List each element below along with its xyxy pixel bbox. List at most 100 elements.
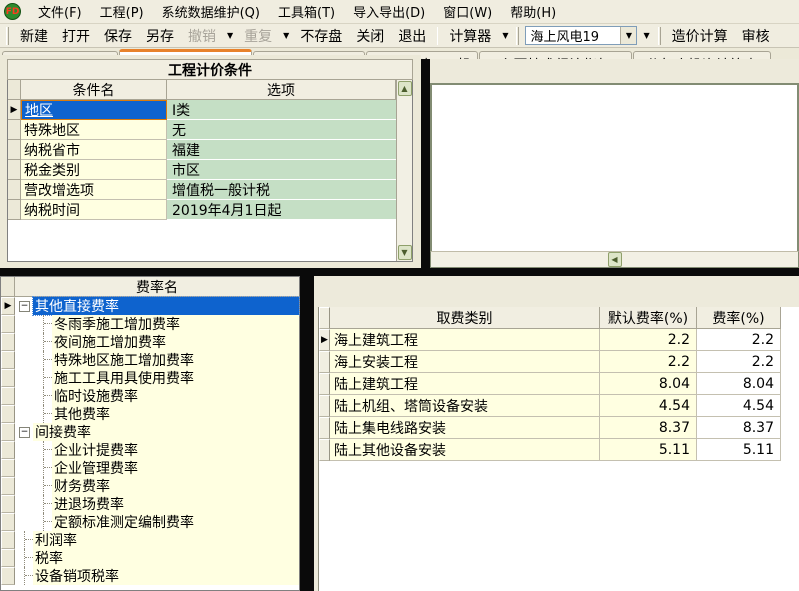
horizontal-scrollbar[interactable]: ◀	[430, 251, 799, 268]
chevron-down-icon[interactable]: ▼	[620, 27, 636, 44]
tree-item[interactable]: 企业管理费率	[1, 459, 299, 477]
tree-item[interactable]: 夜间施工增加费率	[1, 333, 299, 351]
toolbar-grip3[interactable]	[658, 27, 661, 45]
fee-category-cell[interactable]: 海上建筑工程	[330, 329, 600, 351]
rate-cell[interactable]: 8.37	[697, 417, 781, 439]
tree-item[interactable]: 设备销项税率	[1, 567, 299, 585]
menu-window[interactable]: 窗口(W)	[434, 0, 501, 24]
close-button[interactable]: 关闭	[349, 24, 391, 48]
tree-item[interactable]: 税率	[1, 549, 299, 567]
scroll-left-icon[interactable]: ◀	[608, 252, 622, 267]
new-button[interactable]: 新建	[13, 24, 55, 48]
undo-dropdown-icon[interactable]: ▼	[223, 29, 237, 42]
menu-toolbox[interactable]: 工具箱(T)	[269, 0, 344, 24]
table-row[interactable]: ▶ 海上建筑工程 2.2 2.2	[319, 329, 799, 351]
collapse-icon[interactable]: −	[19, 427, 30, 438]
project-dropdown-icon[interactable]: ▼	[639, 29, 653, 42]
table-row[interactable]: 陆上集电线路安装 8.37 8.37	[319, 417, 799, 439]
tree-item[interactable]: 定额标准测定编制费率	[1, 513, 299, 531]
table-row[interactable]: 纳税时间 2019年4月1日起	[8, 200, 396, 220]
tree-item[interactable]: 特殊地区施工增加费率	[1, 351, 299, 369]
default-rate-cell[interactable]: 5.11	[600, 439, 697, 461]
menu-file[interactable]: 文件(F)	[29, 0, 91, 24]
table-row[interactable]: 营改增选项 增值税一般计税	[8, 180, 396, 200]
tree-item-indirect-fees[interactable]: − 间接费率	[1, 423, 299, 441]
scroll-up-icon[interactable]: ▲	[398, 81, 412, 96]
table-row[interactable]: 税金类别 市区	[8, 160, 396, 180]
save-button[interactable]: 保存	[97, 24, 139, 48]
fee-category-cell[interactable]: 陆上机组、塔筒设备安装	[330, 395, 600, 417]
table-row[interactable]: ▶ 地区 Ⅰ类	[8, 100, 396, 120]
tree-item-other-direct-fees[interactable]: ▶ − 其他直接费率	[1, 297, 299, 315]
redo-button[interactable]: 重复	[237, 24, 279, 48]
condition-name-cell[interactable]: 纳税时间	[21, 200, 167, 220]
condition-name-cell[interactable]: 特殊地区	[21, 120, 167, 140]
scroll-down-icon[interactable]: ▼	[398, 245, 412, 260]
horizontal-splitter[interactable]	[0, 268, 799, 276]
condition-name-cell[interactable]: 地区	[21, 100, 167, 120]
rate-cell[interactable]: 5.11	[697, 439, 781, 461]
tree-item[interactable]: 企业计提费率	[1, 441, 299, 459]
rate-cell[interactable]: 8.04	[697, 373, 781, 395]
default-rate-cell[interactable]: 2.2	[600, 351, 697, 373]
table-row[interactable]: 特殊地区 无	[8, 120, 396, 140]
tree-item[interactable]: 临时设施费率	[1, 387, 299, 405]
rate-cell[interactable]: 2.2	[697, 351, 781, 373]
cost-calc-button[interactable]: 造价计算	[665, 24, 735, 48]
save-as-button[interactable]: 另存	[139, 24, 181, 48]
table-row[interactable]: 陆上其他设备安装 5.11 5.11	[319, 439, 799, 461]
tree-item[interactable]: 利润率	[1, 531, 299, 549]
exit-button[interactable]: 退出	[391, 24, 433, 48]
toolbar-grip[interactable]	[6, 27, 9, 45]
fee-category-cell[interactable]: 陆上建筑工程	[330, 373, 600, 395]
table-row[interactable]: 海上安装工程 2.2 2.2	[319, 351, 799, 373]
open-button[interactable]: 打开	[55, 24, 97, 48]
redo-dropdown-icon[interactable]: ▼	[279, 29, 293, 42]
vertical-splitter[interactable]	[300, 276, 314, 591]
vertical-splitter[interactable]	[421, 59, 430, 268]
condition-value-cell[interactable]: 2019年4月1日起	[167, 200, 396, 220]
default-rate-cell[interactable]: 2.2	[600, 329, 697, 351]
rate-cell[interactable]: 2.2	[697, 329, 781, 351]
fee-category-cell[interactable]: 陆上其他设备安装	[330, 439, 600, 461]
collapse-icon[interactable]: −	[19, 301, 30, 312]
menu-system-data[interactable]: 系统数据维护(Q)	[153, 0, 269, 24]
audit-button[interactable]: 审核	[735, 24, 777, 48]
condition-name-cell[interactable]: 营改增选项	[21, 180, 167, 200]
tree-item[interactable]: 财务费率	[1, 477, 299, 495]
row-indicator	[1, 405, 15, 423]
condition-name-cell[interactable]: 纳税省市	[21, 140, 167, 160]
menu-help[interactable]: 帮助(H)	[501, 0, 565, 24]
project-select[interactable]: 海上风电19 ▼	[525, 26, 637, 45]
fee-rate-area: 取费类别 默认费率(%) 费率(%) ▶ 海上建筑工程 2.2 2.2 海上安装…	[314, 276, 799, 591]
calculator-dropdown-icon[interactable]: ▼	[498, 29, 512, 42]
fee-category-cell[interactable]: 海上安装工程	[330, 351, 600, 373]
rate-cell[interactable]: 4.54	[697, 395, 781, 417]
tree-item[interactable]: 进退场费率	[1, 495, 299, 513]
tree-item[interactable]: 施工工具用具使用费率	[1, 369, 299, 387]
table-row[interactable]: 陆上建筑工程 8.04 8.04	[319, 373, 799, 395]
toolbar-grip2[interactable]	[516, 27, 519, 45]
table-row[interactable]: 纳税省市 福建	[8, 140, 396, 160]
condition-value-cell[interactable]: 增值税一般计税	[167, 180, 396, 200]
tree-item[interactable]: 冬雨季施工增加费率	[1, 315, 299, 333]
condition-value-cell[interactable]: Ⅰ类	[167, 100, 396, 120]
condition-name-cell[interactable]: 税金类别	[21, 160, 167, 180]
menu-import-export[interactable]: 导入导出(D)	[344, 0, 434, 24]
tree-connector	[24, 549, 33, 567]
condition-value-cell[interactable]: 无	[167, 120, 396, 140]
default-rate-cell[interactable]: 8.37	[600, 417, 697, 439]
no-save-button[interactable]: 不存盘	[293, 24, 349, 48]
undo-button[interactable]: 撤销	[181, 24, 223, 48]
table-row[interactable]: 陆上机组、塔筒设备安装 4.54 4.54	[319, 395, 799, 417]
default-rate-cell[interactable]: 4.54	[600, 395, 697, 417]
calculator-button[interactable]: 计算器	[442, 24, 498, 48]
tree-header-row: 费率名	[1, 277, 299, 297]
default-rate-cell[interactable]: 8.04	[600, 373, 697, 395]
fee-category-cell[interactable]: 陆上集电线路安装	[330, 417, 600, 439]
condition-value-cell[interactable]: 市区	[167, 160, 396, 180]
tree-item[interactable]: 其他费率	[1, 405, 299, 423]
menu-project[interactable]: 工程(P)	[91, 0, 153, 24]
condition-value-cell[interactable]: 福建	[167, 140, 396, 160]
vertical-scrollbar[interactable]: ▲ ▼	[396, 80, 412, 261]
